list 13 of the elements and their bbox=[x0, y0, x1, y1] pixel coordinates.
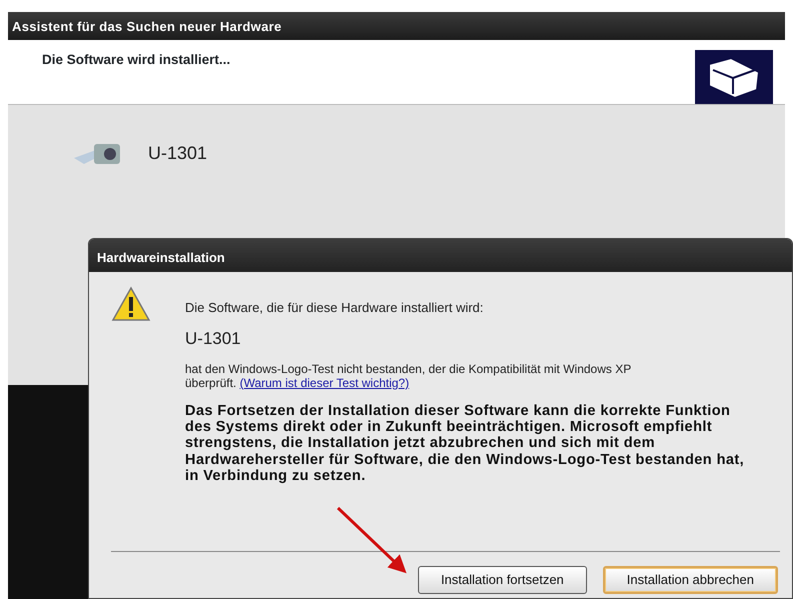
window-title: Assistent für das Suchen neuer Hardware bbox=[8, 12, 785, 40]
warning-icon bbox=[111, 286, 151, 322]
warning-text: Das Fortsetzen der Installation dieser Software kann die korrekte Funktion des Systems direkt oder in Zukunft beeinträchtigen. Microsoft empfiehlt strengstens, die Installation jetzt abzubrechen und sich mit dem Hardwarehersteller für Software, die den Windows-Logo-Test bestanden hat, in Verbindung zu setzen. bbox=[185, 402, 746, 484]
dialog-title: Hardwareinstallation bbox=[89, 239, 792, 272]
annotation-arrow bbox=[336, 506, 407, 574]
cancel-button[interactable]: Installation abbrechen bbox=[602, 566, 778, 594]
continue-button[interactable]: Installation fortsetzen bbox=[418, 566, 587, 594]
heading-text: Die Software wird installiert... bbox=[42, 51, 230, 69]
intro-text: Die Software, die für diese Hardware installiert wird: bbox=[185, 299, 484, 317]
device-name: U-1301 bbox=[148, 142, 208, 165]
notice-text: hat den Windows-Logo-Test nicht bestanden, der die Kompatibilität mit Windows XP überprüft. (Warum ist dieser Test wichtig?) bbox=[185, 363, 632, 391]
help-link[interactable]: (Warum ist dieser Test wichtig?) bbox=[240, 376, 410, 390]
device-name: U-1301 bbox=[185, 328, 242, 350]
